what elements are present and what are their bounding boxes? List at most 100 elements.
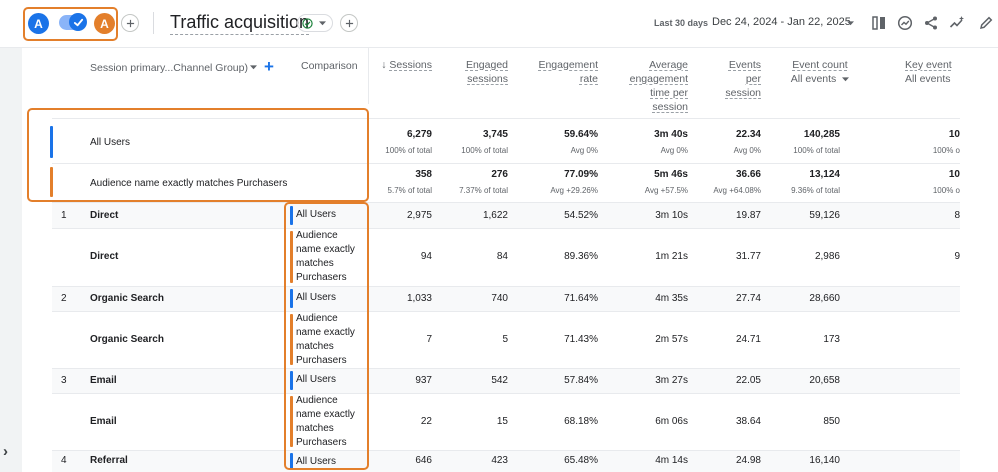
dimension-header-label: Session primary...Channel Group) [90, 62, 248, 74]
cell-event-count: 2,986 [814, 251, 840, 262]
cell-event-count: 850 [823, 415, 840, 427]
add-report-button[interactable] [340, 14, 358, 32]
col-header-line: rate [579, 73, 598, 85]
chevron-down-icon [319, 21, 326, 26]
cell-engaged-sessions: 15 [496, 415, 508, 427]
total-key-events: 10 [948, 129, 960, 140]
channel-name[interactable]: Email [90, 375, 117, 386]
row-divider [52, 368, 960, 369]
channel-name[interactable]: Organic Search [90, 334, 164, 345]
segment-color-bar [290, 231, 293, 283]
total-key-events-subtext: 100% o [932, 146, 960, 155]
segment-color-bar [290, 371, 293, 390]
plus-icon [345, 19, 353, 27]
col-header-line: Events [728, 59, 761, 71]
cell-events-per-session: 27.74 [735, 292, 761, 304]
cell-engaged-sessions: 740 [491, 292, 508, 304]
total-key-events-subtext: 100% o [932, 186, 960, 195]
header-divider [153, 12, 154, 34]
cell-engagement-rate: 65.48% [564, 455, 598, 466]
segment-color-bar [290, 289, 293, 308]
total-events-per-session: 22.34 [735, 129, 761, 140]
chevron-down-icon[interactable] [842, 77, 850, 82]
segment-color-bar [290, 396, 293, 447]
edit-pencil-icon[interactable] [977, 14, 995, 32]
cell-events-per-session: 22.05 [735, 374, 761, 386]
cell-key-events: 9 [954, 251, 960, 262]
segment-color-bar [290, 453, 293, 469]
cell-events-per-session: 31.77 [735, 251, 761, 262]
trend-sparkle-icon[interactable] [948, 14, 966, 32]
page-title: Traffic acquisition [170, 12, 310, 35]
insights-icon[interactable] [896, 14, 914, 32]
col-header-line: Event count [792, 59, 848, 71]
share-icon[interactable] [922, 14, 940, 32]
add-comparison-button[interactable] [121, 14, 139, 32]
total-engagement-rate-subtext: Avg 0% [570, 146, 598, 155]
report-status-chip[interactable] [297, 14, 333, 32]
cell-engagement-rate: 71.64% [564, 292, 598, 304]
column-divider [368, 48, 369, 104]
total-engaged-sessions-subtext: 100% of total [461, 146, 508, 155]
plus-icon [126, 19, 134, 27]
total-engaged-sessions: 3,745 [482, 129, 508, 140]
row-divider [52, 450, 960, 451]
col-header-line: time per [650, 87, 688, 99]
expand-chevron-icon[interactable]: › [3, 443, 8, 460]
cell-events-per-session: 24.71 [735, 333, 761, 345]
add-dimension-button[interactable]: + [264, 57, 274, 77]
channel-name[interactable]: Direct [90, 210, 118, 221]
total-engaged-sessions: 276 [491, 169, 508, 180]
cell-event-count: 59,126 [809, 209, 840, 221]
total-event-count-subtext: 100% of total [793, 146, 840, 155]
dimension-header[interactable]: Session primary...Channel Group) [90, 61, 248, 75]
col-header-key-events[interactable]: Key event All events [905, 58, 965, 86]
cell-events-per-session: 38.64 [735, 415, 761, 427]
left-rail [0, 48, 22, 472]
total-events-per-session-subtext: Avg +64.08% [713, 186, 761, 195]
col-header-line: Key event [905, 59, 952, 71]
cell-event-count: 20,658 [809, 374, 840, 386]
cell-engagement-rate: 71.43% [564, 333, 598, 345]
row-divider [52, 118, 960, 119]
event-filter-label: All events [790, 73, 837, 85]
row-divider [52, 311, 960, 312]
total-event-count: 140,285 [803, 129, 840, 140]
row-number: 4 [61, 455, 67, 466]
cell-event-count: 16,140 [809, 455, 840, 466]
date-range-picker[interactable]: Dec 24, 2024 - Jan 22, 2025 [712, 16, 851, 28]
col-header-engaged-sessions[interactable]: Engaged sessions [440, 58, 508, 86]
channel-name[interactable]: Organic Search [90, 293, 164, 304]
cell-engagement-rate: 89.36% [564, 251, 598, 262]
compare-columns-icon[interactable] [870, 14, 888, 32]
total-engagement-rate-subtext: Avg +29.26% [550, 186, 598, 195]
channel-name[interactable]: Referral [90, 455, 128, 466]
col-header-events-per-session[interactable]: Events per session [700, 58, 761, 100]
event-filter-label: All events [905, 73, 951, 85]
total-events-per-session: 36.66 [735, 169, 761, 180]
cell-events-per-session: 19.87 [735, 209, 761, 221]
col-header-event-count[interactable]: Event count All events [777, 58, 863, 86]
comparison-avatar-purchasers[interactable]: A [94, 13, 115, 34]
channel-name[interactable]: Email [90, 416, 117, 427]
chevron-down-icon[interactable] [250, 65, 257, 70]
avatar-letter: A [34, 16, 43, 31]
date-range-label: Last 30 days [654, 18, 709, 28]
comparison-header: Comparison [301, 60, 358, 72]
col-header-engagement-rate[interactable]: Engagement rate [520, 58, 598, 86]
total-engaged-sessions-subtext: 7.37% of total [459, 186, 508, 195]
col-header-avg-engagement-time[interactable]: Average engagement time per session [610, 58, 688, 114]
total-event-count-subtext: 9.36% of total [791, 186, 840, 195]
row-divider [52, 393, 960, 394]
col-header-sessions[interactable]: ↓ Sessions [362, 58, 432, 72]
chevron-down-icon[interactable] [847, 21, 854, 26]
check-icon[interactable] [69, 13, 87, 31]
row-number: 3 [61, 374, 67, 386]
channel-name[interactable]: Direct [90, 251, 118, 262]
comparison-avatar-all-users[interactable]: A [28, 13, 49, 34]
col-header-line: Engagement [538, 59, 598, 71]
sort-arrow-icon: ↓ [381, 59, 387, 71]
row-divider [52, 228, 960, 229]
col-header-line: session [725, 87, 761, 99]
avatar-letter: A [100, 16, 109, 31]
